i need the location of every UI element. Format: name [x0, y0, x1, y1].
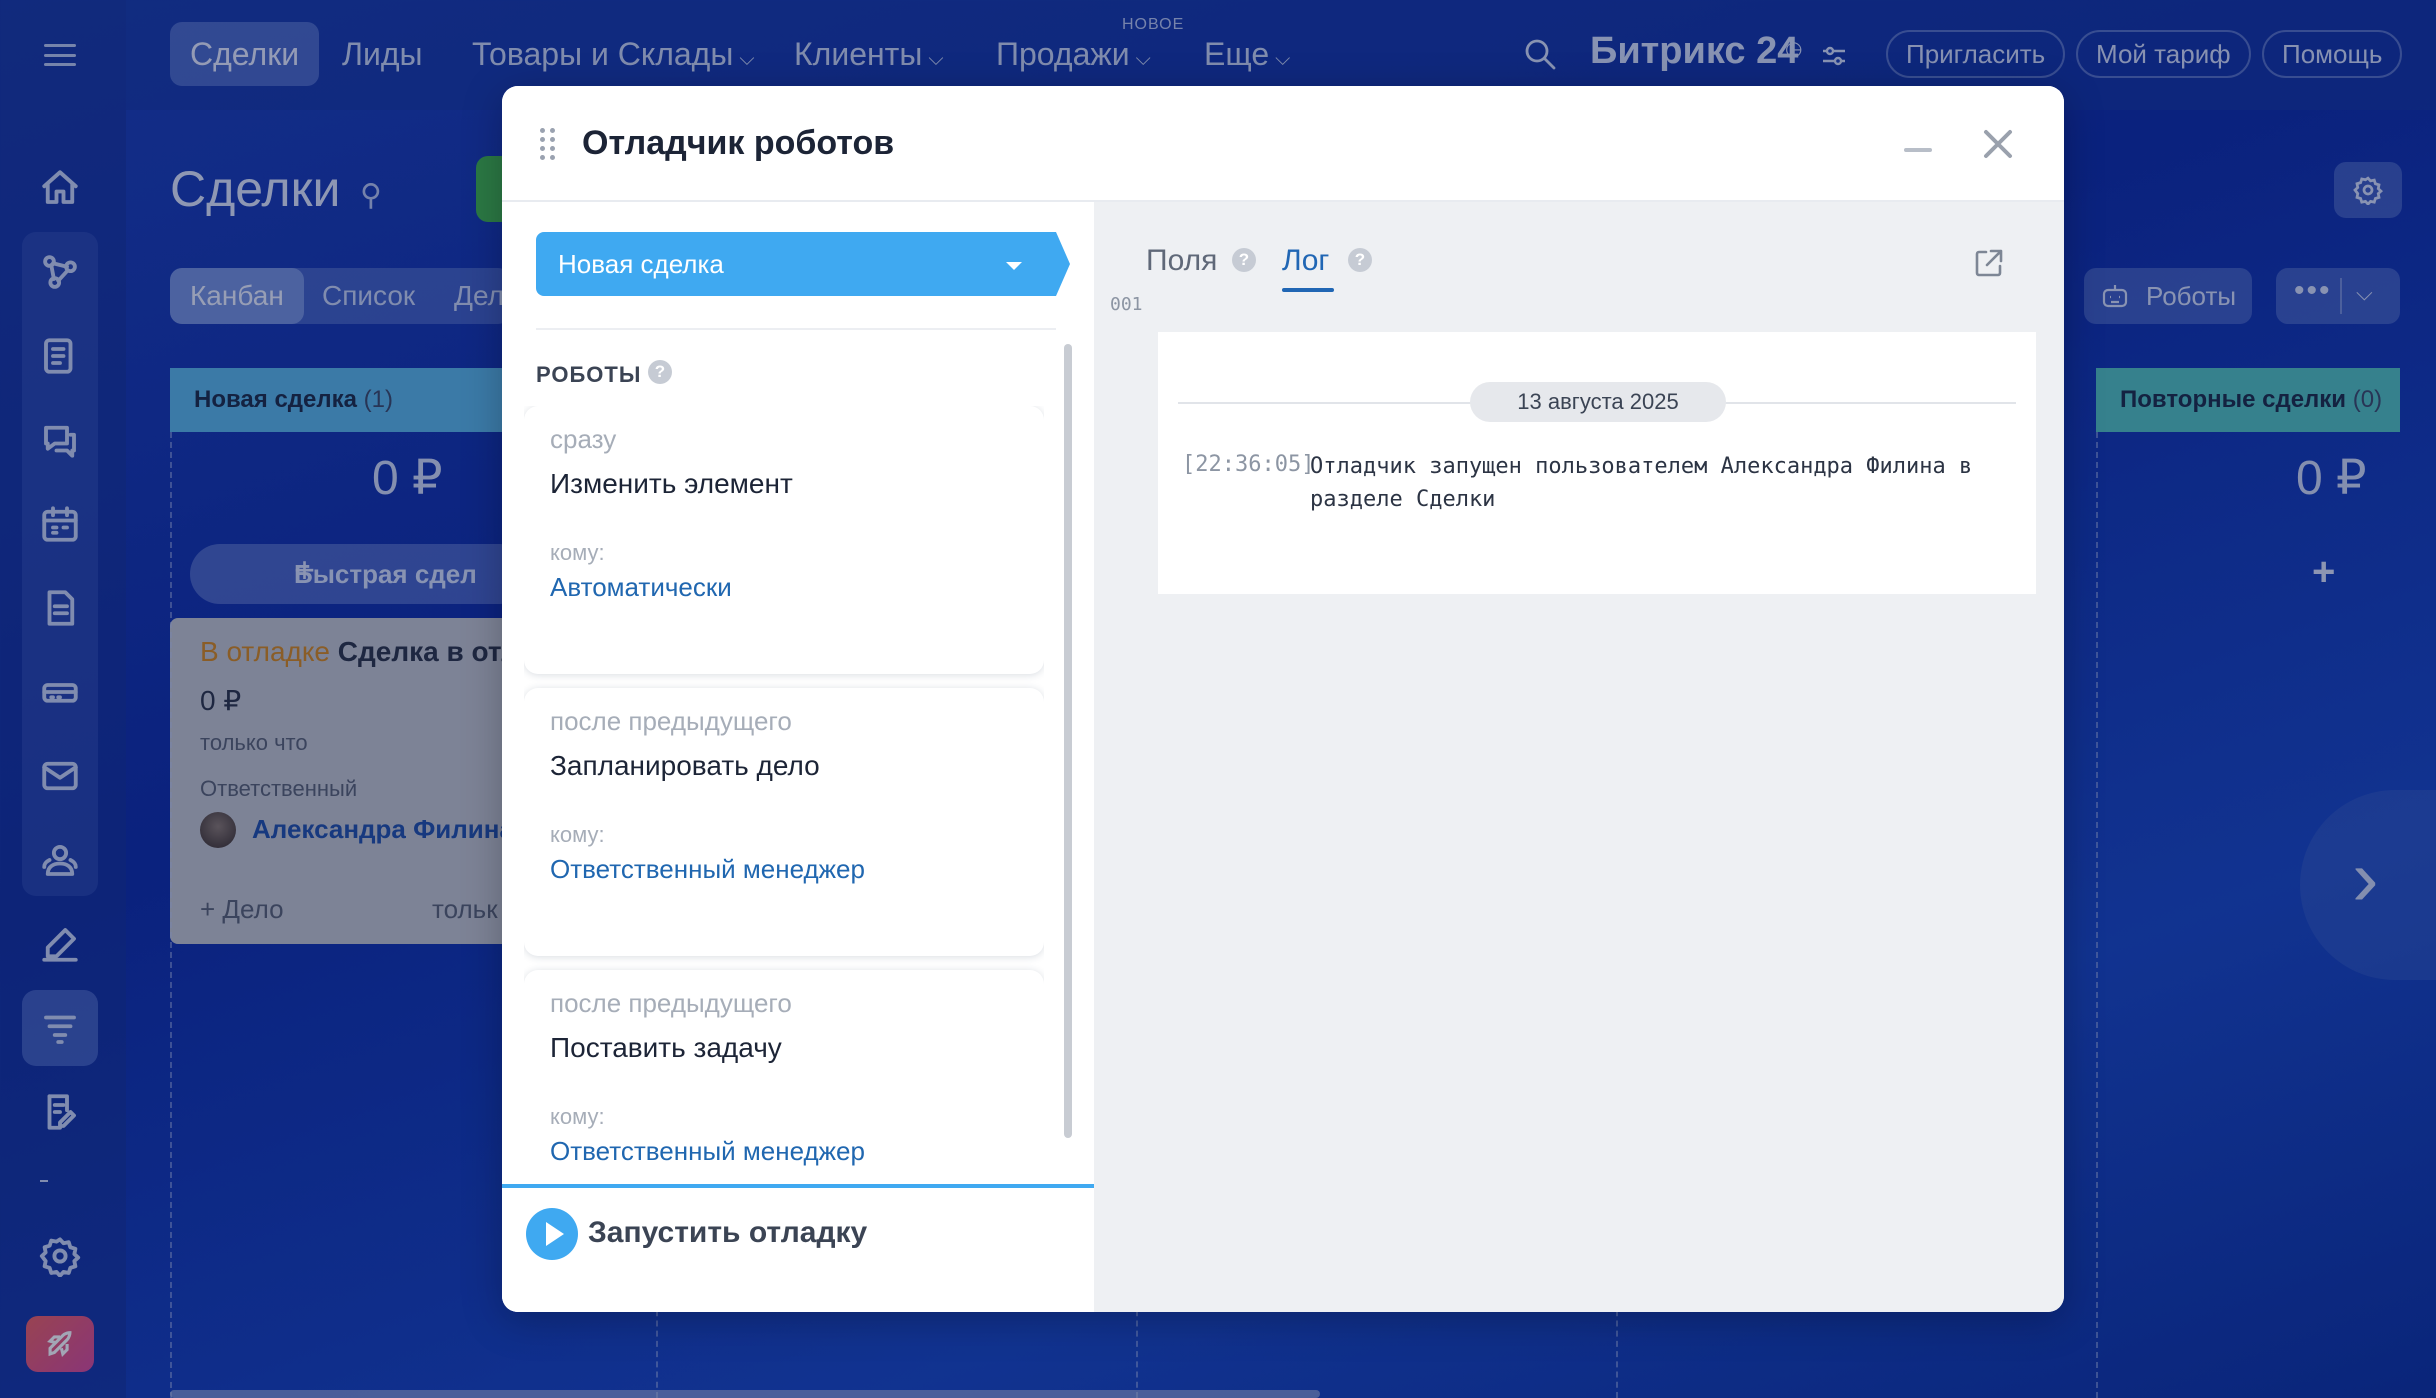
dialog-header: Отладчик роботов: [502, 86, 2064, 202]
divider: [536, 328, 1056, 330]
close-icon[interactable]: [1978, 124, 2018, 164]
run-debug-button[interactable]: Запустить отладку: [588, 1216, 867, 1250]
robots-scrollbar[interactable]: [1064, 344, 1072, 1138]
drag-handle-icon[interactable]: [540, 128, 558, 160]
play-icon[interactable]: [526, 1208, 578, 1260]
open-external-icon[interactable]: [1972, 246, 2006, 280]
log-date: 13 августа 2025: [1470, 382, 1726, 422]
robot-to-label: кому:: [550, 822, 605, 847]
dialog-title: Отладчик роботов: [582, 124, 895, 162]
chevron-down-icon: [1006, 262, 1022, 270]
debug-pane: Поля ? Лог ? 13 августа 2025 [22:36:05] …: [1094, 202, 2064, 1312]
robot-assignee[interactable]: Ответственный менеджер: [550, 854, 865, 885]
robot-trigger: после предыдущего: [550, 706, 792, 736]
robot-card[interactable]: после предыдущего Запланировать дело ком…: [524, 688, 1044, 956]
robots-section-label: РОБОТЫ: [536, 362, 642, 387]
robot-list: сразу Изменить элемент кому: Автоматичес…: [524, 406, 1044, 1182]
log-entry-time: [22:36:05]: [1182, 452, 1315, 477]
help-icon[interactable]: ?: [1348, 248, 1372, 272]
robot-name: Запланировать дело: [550, 750, 820, 781]
robot-name: Изменить элемент: [550, 468, 793, 499]
robots-pane: Новая сделка РОБОТЫ ? сразу Изменить эле…: [502, 202, 1094, 1312]
log-entry-text: Отладчик запущен пользователем Александр…: [1310, 454, 1973, 512]
robot-trigger: сразу: [550, 424, 617, 454]
log-entry-number: 001: [1110, 294, 1143, 315]
run-debug-bar: Запустить отладку: [502, 1184, 1094, 1312]
log-panel: 13 августа 2025 [22:36:05] Отладчик запу…: [1158, 332, 2036, 594]
robot-to-label: кому:: [550, 540, 605, 565]
stage-select[interactable]: Новая сделка: [536, 232, 1070, 296]
help-icon[interactable]: ?: [648, 360, 672, 384]
robot-assignee[interactable]: Ответственный менеджер: [550, 1136, 865, 1167]
robot-card[interactable]: сразу Изменить элемент кому: Автоматичес…: [524, 406, 1044, 674]
robot-trigger: после предыдущего: [550, 988, 792, 1018]
robot-name: Поставить задачу: [550, 1032, 782, 1063]
tab-log[interactable]: Лог: [1282, 244, 1329, 278]
tab-fields[interactable]: Поля: [1146, 244, 1217, 278]
active-tab-indicator: [1282, 288, 1334, 292]
robot-to-label: кому:: [550, 1104, 605, 1129]
help-icon[interactable]: ?: [1232, 248, 1256, 272]
robot-card[interactable]: после предыдущего Поставить задачу кому:…: [524, 970, 1044, 1182]
minimize-icon[interactable]: [1904, 148, 1932, 152]
robot-assignee[interactable]: Автоматически: [550, 572, 732, 603]
robot-debugger-dialog: Отладчик роботов Новая сделка РОБОТЫ ? с…: [502, 86, 2064, 1312]
